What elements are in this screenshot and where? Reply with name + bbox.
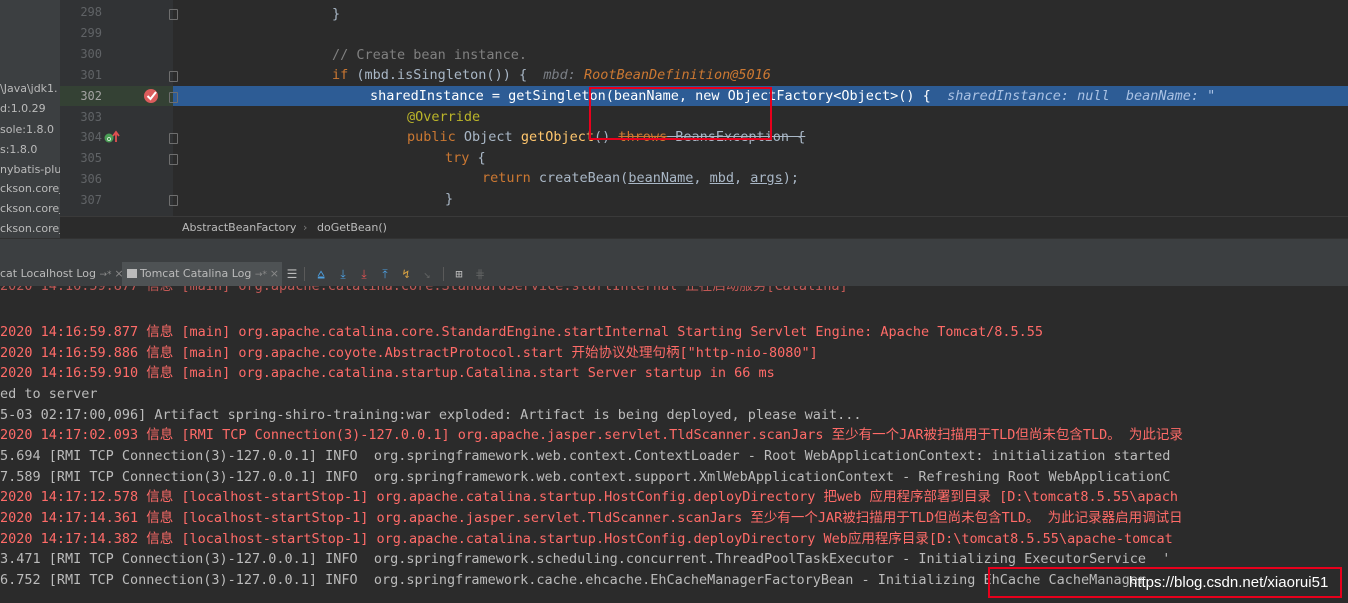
console-line: 3.471 [RMI TCP Connection(3)-127.0.0.1] … xyxy=(0,551,1171,567)
console-line: 6.752 [RMI TCP Connection(3)-127.0.0.1] … xyxy=(0,572,1147,588)
console-icon xyxy=(127,269,137,278)
pin-icon: →* xyxy=(254,270,270,280)
tab-label: Tomcat Catalina Log xyxy=(140,267,252,280)
close-icon[interactable]: × xyxy=(270,267,279,280)
console-line: 2020 14:17:14.361 信息 [localhost-startSto… xyxy=(0,510,1183,526)
drop-frame-icon[interactable]: ↯ xyxy=(399,267,413,281)
project-tree-item[interactable]: nybatis-plus xyxy=(0,163,60,176)
toolbar-divider xyxy=(304,267,305,281)
code-line-306: return createBean(beanName, mbd, args); xyxy=(482,170,800,186)
step-into-icon[interactable]: ⤓ xyxy=(357,267,371,281)
line-number: 299 xyxy=(80,26,102,40)
console-line: 2020 14:17:14.382 信息 [localhost-startSto… xyxy=(0,531,1173,547)
step-out-icon[interactable]: ⤒ xyxy=(378,267,392,281)
breadcrumb-item-method[interactable]: doGetBean() xyxy=(317,221,387,234)
line-number: 307 xyxy=(80,193,102,207)
console-line: 7.589 [RMI TCP Connection(3)-127.0.0.1] … xyxy=(0,469,1171,485)
show-execution-point-icon[interactable]: ⩠ xyxy=(314,267,328,281)
tab-catalina-log[interactable]: Tomcat Catalina Log →* × xyxy=(122,262,282,286)
project-tree-item[interactable]: ckson.corej xyxy=(0,202,60,215)
line-number: 298 xyxy=(80,5,102,19)
watermark: https://blog.csdn.net/xiaorui51 xyxy=(1129,574,1329,591)
console-line: 2020 14:16:59.877 信息 [main] org.apache.c… xyxy=(0,324,1043,340)
project-tree-item[interactable]: s:1.8.0 xyxy=(0,143,37,156)
console-line: ed to server xyxy=(0,386,98,402)
svg-text:o: o xyxy=(107,135,111,143)
breadcrumb-item-class[interactable]: AbstractBeanFactory xyxy=(182,221,296,234)
project-tree-item[interactable]: \Java\jdk1. xyxy=(0,82,58,95)
toolbar-divider xyxy=(443,267,444,281)
code-line-301: if (mbd.isSingleton()) { mbd: RootBeanDe… xyxy=(332,67,771,83)
evaluate-icon[interactable]: ⊞ xyxy=(452,267,466,281)
trace-icon[interactable]: ⋕ xyxy=(473,267,487,281)
console-line: 2020 14:17:12.578 信息 [localhost-startSto… xyxy=(0,489,1178,505)
project-tree-item[interactable]: d:1.0.29 xyxy=(0,102,46,115)
line-number: 300 xyxy=(80,47,102,61)
pin-icon: →* xyxy=(99,270,115,280)
code-line-307: } xyxy=(445,191,454,207)
line-number: 302 xyxy=(80,89,102,103)
override-method-icon[interactable]: o xyxy=(104,129,120,143)
line-number: 301 xyxy=(80,68,102,82)
console-output[interactable]: 2020 14:16:59.877 信息 [main] org.apache.c… xyxy=(0,302,1348,603)
panel-header-bar xyxy=(0,238,1348,263)
breakpoint-icon[interactable] xyxy=(143,87,160,104)
code-line-305: try { xyxy=(445,150,486,166)
line-number: 305 xyxy=(80,151,102,165)
console-line: 5.694 [RMI TCP Connection(3)-127.0.0.1] … xyxy=(0,448,1171,464)
log-tab-bar: cat Localhost Log →* × Tomcat Catalina L… xyxy=(0,262,1348,287)
project-tree-item[interactable]: ckson.corej xyxy=(0,182,60,195)
tab-label: cat Localhost Log xyxy=(0,267,96,280)
line-number: 304 xyxy=(80,130,102,144)
project-tree-item[interactable]: ckson.corej xyxy=(0,222,60,235)
code-line-302: sharedInstance = getSingleton(beanName, … xyxy=(370,88,1216,104)
console-line-clipped: 2020 14:16:59.877 信息 [main] org.apache.c… xyxy=(0,286,848,294)
chevron-right-icon: › xyxy=(303,221,308,234)
console-line: 2020 14:16:59.910 信息 [main] org.apache.c… xyxy=(0,365,775,381)
code-line-303: @Override xyxy=(407,109,481,125)
console-line: 2020 14:17:02.093 信息 [RMI TCP Connection… xyxy=(0,427,1183,443)
step-over-icon[interactable]: ⤓ xyxy=(336,267,350,281)
project-tree-item[interactable]: sole:1.8.0 xyxy=(0,123,54,136)
console-partial-line: 2020 14:16:59.877 信息 [main] org.apache.c… xyxy=(0,286,1348,302)
breadcrumb: AbstractBeanFactory › doGetBean() xyxy=(60,216,1348,239)
run-to-cursor-icon[interactable]: ↘ xyxy=(420,267,434,281)
console-line: 5-03 02:17:00,096] Artifact spring-shiro… xyxy=(0,407,862,423)
line-number: 306 xyxy=(80,172,102,186)
code-line-298: } xyxy=(332,6,341,22)
code-line-300: // Create bean instance. xyxy=(332,47,528,63)
console-line: 2020 14:16:59.886 信息 [main] org.apache.c… xyxy=(0,345,818,361)
tab-localhost-log[interactable]: cat Localhost Log →* × xyxy=(0,262,124,286)
menu-icon[interactable]: ☰ xyxy=(285,267,299,281)
annotation-box-getsingleton xyxy=(589,87,772,140)
line-number: 303 xyxy=(80,110,102,124)
project-panel: \Java\jdk1. d:1.0.29 sole:1.8.0 s:1.8.0 … xyxy=(0,0,60,238)
